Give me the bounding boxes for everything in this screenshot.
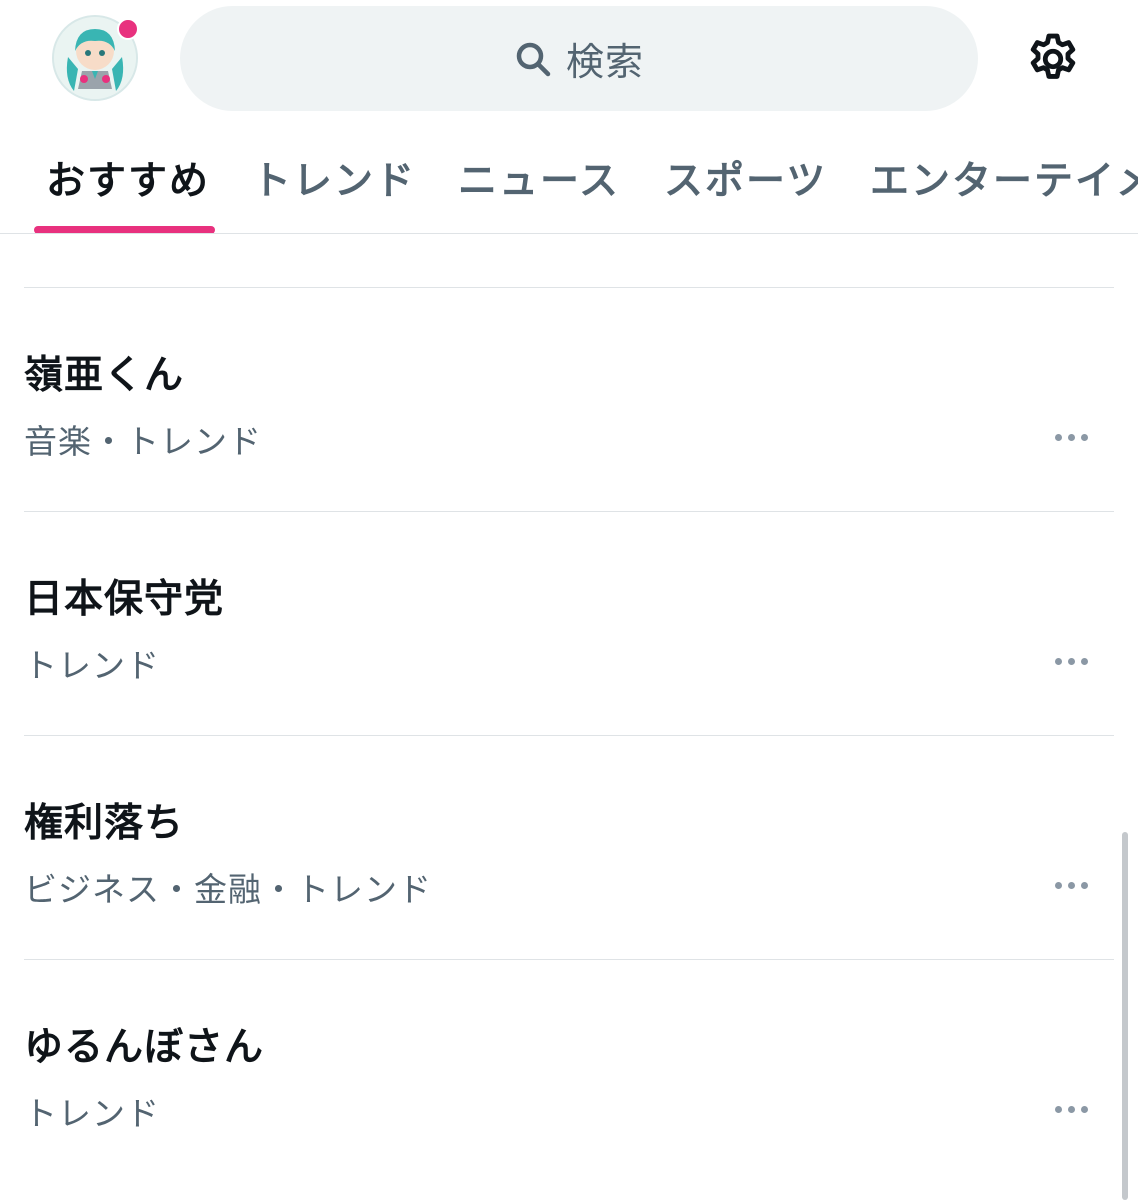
- more-dot-icon: [1080, 433, 1088, 441]
- more-options-button[interactable]: [1046, 1094, 1096, 1124]
- tab-news[interactable]: ニュース: [458, 150, 620, 206]
- trend-item[interactable]: 日本保守党 トレンド: [0, 511, 1114, 735]
- trend-category: ビジネス・金融・トレンド: [24, 870, 432, 909]
- trend-item[interactable]: ゆるんぼさん トレンド: [0, 959, 1114, 1183]
- tab-sports[interactable]: スポーツ: [664, 150, 827, 206]
- more-options-button[interactable]: [1046, 646, 1096, 676]
- more-dot-icon: [1067, 1105, 1075, 1113]
- trend-title: 日本保守党: [24, 577, 225, 622]
- trend-category: 音楽・トレンド: [24, 422, 262, 461]
- more-dot-icon: [1054, 881, 1062, 889]
- more-dot-icon: [1067, 657, 1075, 665]
- more-dot-icon: [1067, 881, 1075, 889]
- trend-category: トレンド: [24, 646, 160, 685]
- trend-title: 嶺亜くん: [24, 353, 185, 398]
- active-tab-indicator: [34, 226, 215, 233]
- tab-trending[interactable]: トレンド: [252, 150, 416, 206]
- tab-bar: おすすめ トレンド ニュース スポーツ エンターテイメ: [0, 120, 1138, 234]
- trend-item[interactable]: 権利落ち ビジネス・金融・トレンド: [0, 735, 1114, 959]
- notification-dot: [117, 18, 139, 40]
- search-icon: [516, 42, 551, 76]
- more-dot-icon: [1080, 1105, 1088, 1113]
- search-input[interactable]: 検索: [180, 6, 978, 111]
- trend-title: ゆるんぼさん: [24, 1025, 265, 1070]
- more-dot-icon: [1067, 433, 1075, 441]
- more-options-button[interactable]: [1046, 422, 1096, 452]
- more-dot-icon: [1054, 433, 1062, 441]
- trend-item[interactable]: 嶺亜くん 音楽・トレンド: [0, 287, 1114, 511]
- more-options-button[interactable]: [1046, 870, 1096, 900]
- trend-title: 権利落ち: [24, 801, 185, 846]
- scrollbar[interactable]: [1122, 832, 1128, 1200]
- more-dot-icon: [1054, 1105, 1062, 1113]
- more-dot-icon: [1080, 881, 1088, 889]
- tab-entertainment[interactable]: エンターテイメ: [870, 150, 1138, 206]
- top-bar: 検索: [0, 0, 1138, 120]
- tab-recommended[interactable]: おすすめ: [46, 150, 210, 206]
- settings-button[interactable]: [1022, 28, 1084, 90]
- gear-icon: [1030, 33, 1076, 79]
- trend-category: トレンド: [24, 1094, 160, 1133]
- more-dot-icon: [1080, 657, 1088, 665]
- more-dot-icon: [1054, 657, 1062, 665]
- search-placeholder: 検索: [565, 40, 644, 84]
